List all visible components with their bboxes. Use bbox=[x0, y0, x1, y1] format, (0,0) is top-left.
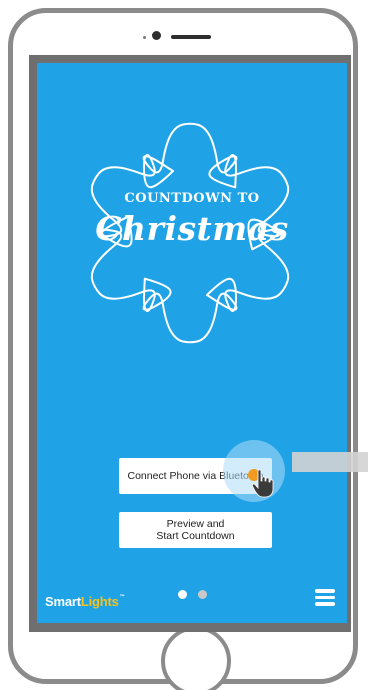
front-camera bbox=[152, 31, 161, 40]
preview-label-line2: Start Countdown bbox=[156, 530, 235, 542]
callout-connector bbox=[292, 452, 368, 472]
smartlights-logo: SmartLights™ bbox=[45, 594, 125, 609]
page-indicator-dot-2[interactable] bbox=[198, 590, 207, 599]
page-indicator-dot-1[interactable] bbox=[178, 590, 187, 599]
preview-label-line1: Preview and bbox=[166, 518, 225, 530]
logo-trademark: ™ bbox=[119, 594, 125, 600]
page-title: Christmas bbox=[95, 209, 289, 248]
app-screen: COUNTDOWN TO Christmas Connect Phone via… bbox=[37, 63, 347, 623]
title-eyebrow: COUNTDOWN TO bbox=[124, 191, 260, 206]
mockup-stage: COUNTDOWN TO Christmas Connect Phone via… bbox=[0, 0, 368, 690]
preview-start-countdown-button[interactable]: Preview and Start Countdown bbox=[119, 512, 272, 548]
sensor-dot bbox=[143, 36, 146, 39]
logo-text-smart: Smart bbox=[45, 594, 81, 609]
earpiece-speaker bbox=[171, 35, 211, 39]
hamburger-menu-icon[interactable] bbox=[315, 589, 335, 606]
home-button[interactable] bbox=[161, 626, 231, 690]
logo-text-lights: Lights bbox=[80, 594, 119, 609]
pointing-hand-icon bbox=[252, 469, 274, 498]
